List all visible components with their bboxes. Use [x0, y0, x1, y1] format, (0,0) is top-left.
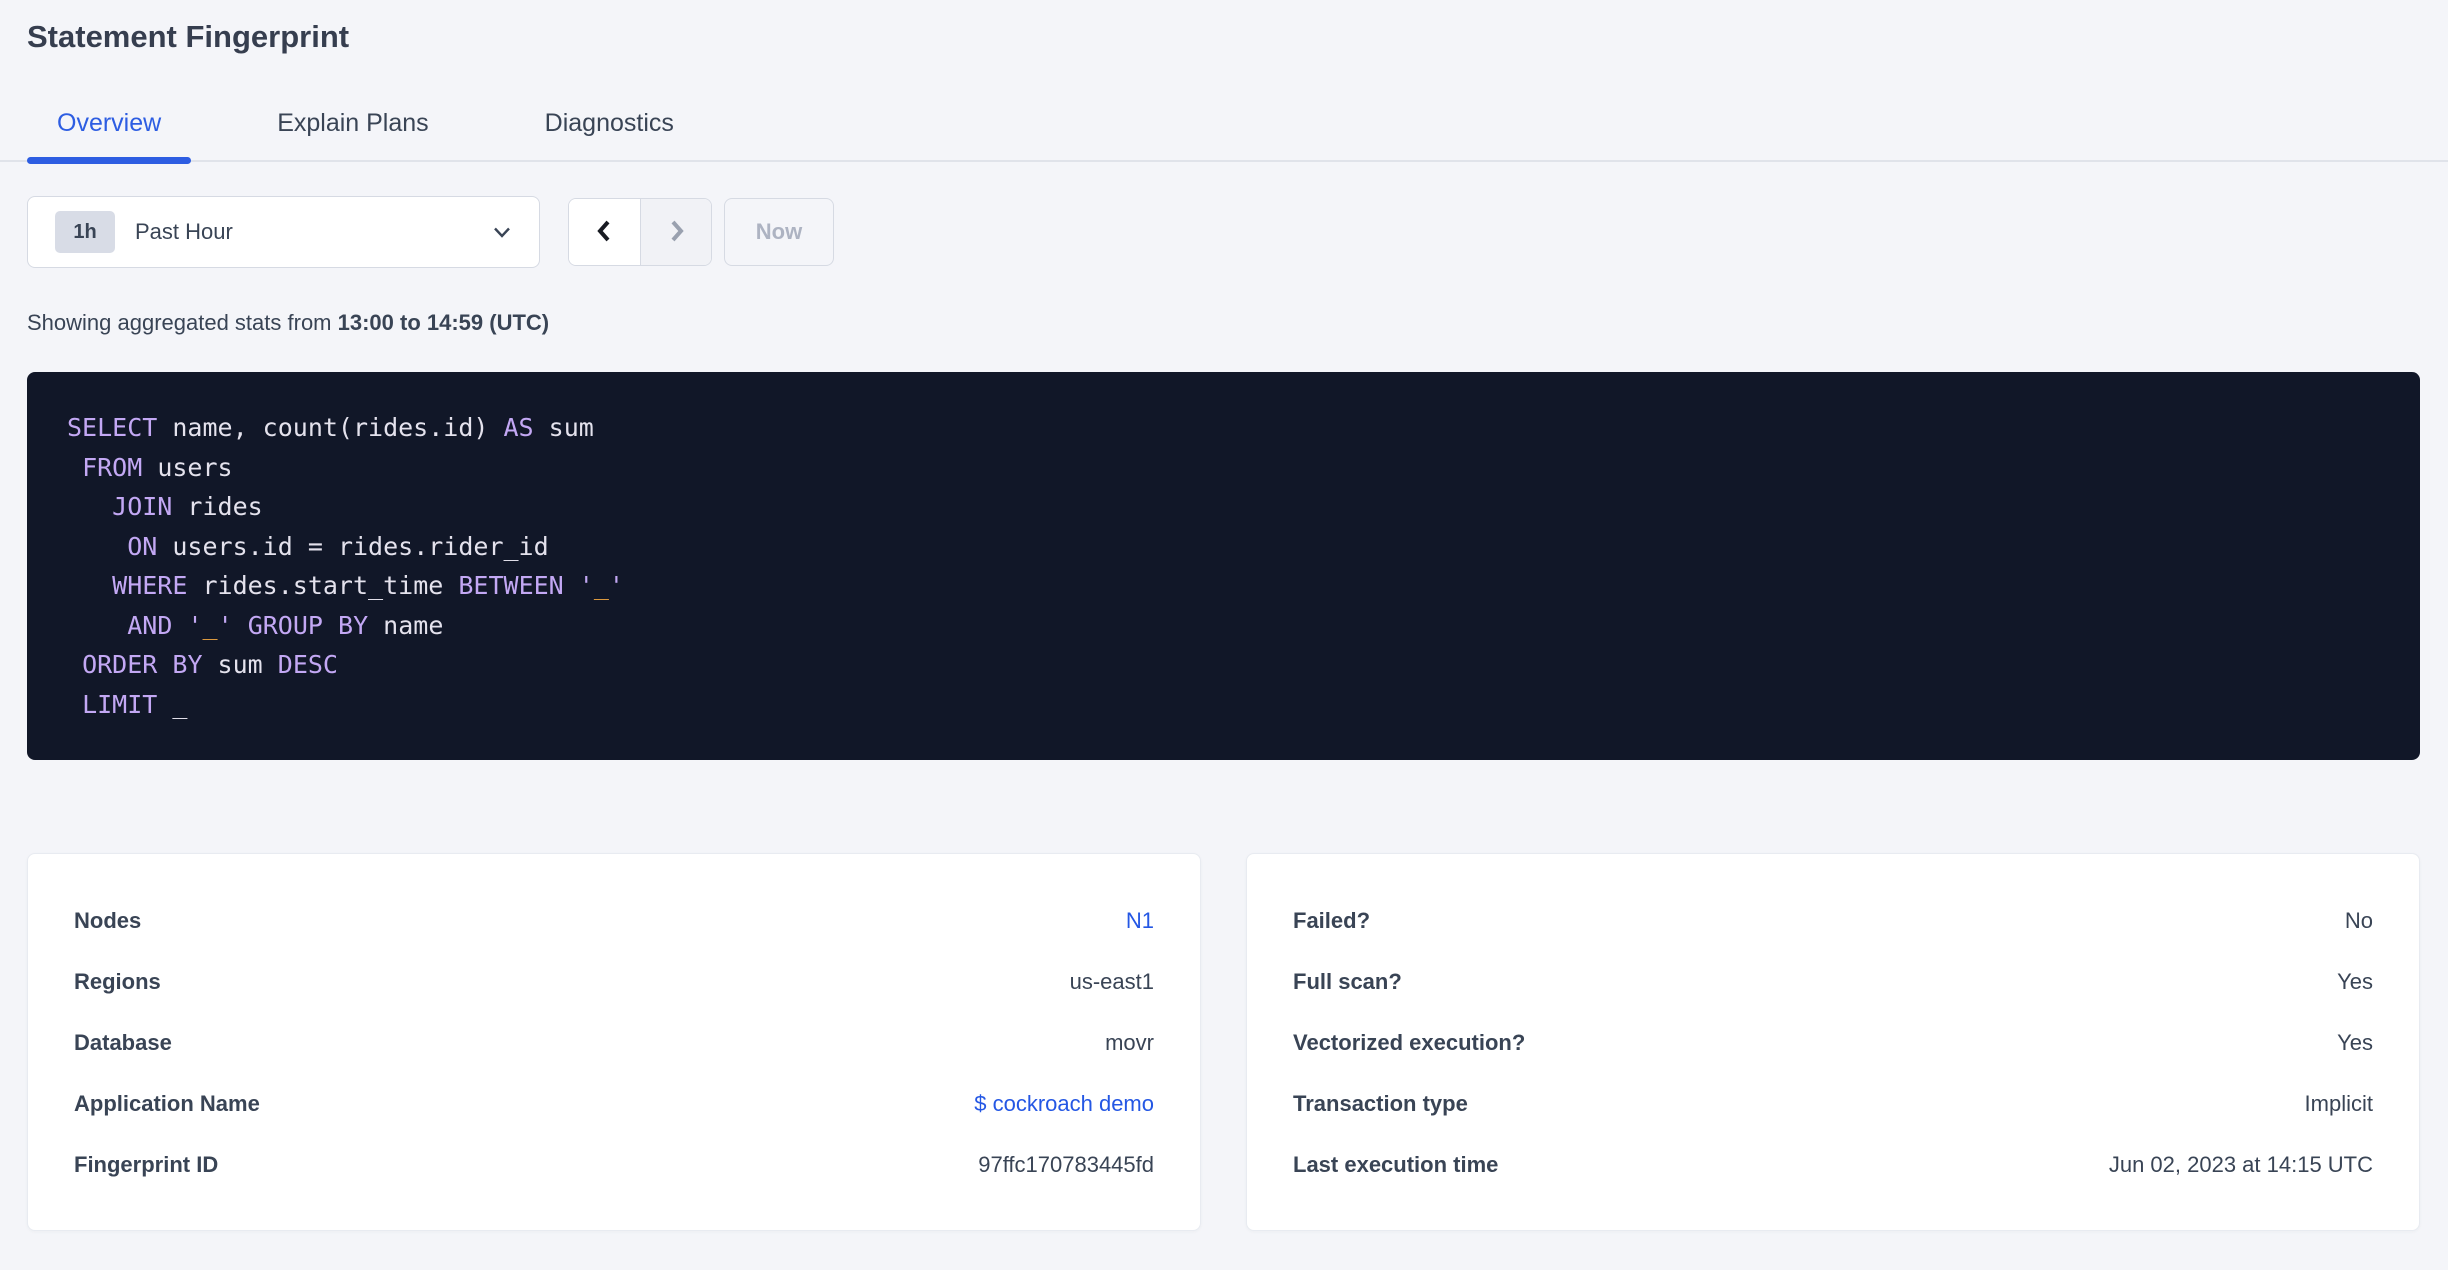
info-label: Nodes	[74, 907, 142, 933]
sql-text: _	[157, 689, 188, 719]
time-interval-label: Past Hour	[135, 219, 233, 244]
sql-keyword: AS	[503, 413, 534, 442]
info-row-regions: Regions us-east1	[74, 951, 1154, 1012]
stats-caption-range: 13:00 to 14:59 (UTC)	[337, 310, 550, 335]
info-row-failed: Failed? No	[1293, 890, 2373, 951]
sql-statement-text: SELECT name, count(rides.id) AS sum FROM…	[67, 408, 2380, 724]
sql-text: users.id = rides.rider_id	[157, 531, 549, 561]
aggregated-stats-caption: Showing aggregated stats from 13:00 to 1…	[27, 310, 2420, 336]
info-value: us-east1	[1069, 968, 1154, 994]
sql-text: rides.start_time	[187, 571, 459, 600]
tab-explain-plans[interactable]: Explain Plans	[247, 108, 458, 160]
sql-keyword: DESC	[277, 650, 338, 679]
sql-keyword: SELECT	[67, 413, 158, 442]
info-value: Yes	[2337, 1029, 2373, 1055]
sql-text: users	[142, 452, 233, 482]
info-label: Regions	[74, 968, 161, 994]
info-row-last-execution-time: Last execution time Jun 02, 2023 at 14:15…	[1293, 1134, 2373, 1195]
info-value: Jun 02, 2023 at 14:15 UTC	[2108, 1151, 2373, 1177]
info-row-fingerprint-id: Fingerprint ID 97ffc170783445fd	[74, 1134, 1154, 1195]
time-interval-dropdown[interactable]: 1h Past Hour	[27, 196, 540, 268]
sql-keyword: BY	[338, 610, 369, 640]
info-value: movr	[1105, 1029, 1154, 1055]
page-title: Statement Fingerprint	[27, 19, 350, 54]
info-value: Implicit	[2304, 1090, 2373, 1116]
sql-keyword: GROUP	[247, 610, 323, 640]
sql-keyword: WHERE	[112, 571, 188, 600]
info-row-transaction-type: Transaction type Implicit	[1293, 1073, 2373, 1134]
chevron-down-icon	[489, 219, 515, 245]
sql-keyword: BETWEEN	[458, 571, 564, 600]
prev-time-interval-button[interactable]	[569, 199, 640, 265]
statement-details-card: Nodes N1 Regions us-east1 Database movr Applic…	[27, 853, 1201, 1231]
time-shift-button-group	[568, 198, 712, 266]
sql-text: name, count(rides.id)	[157, 413, 504, 442]
sql-text: sum	[533, 413, 594, 442]
sql-keyword: JOIN	[112, 492, 173, 521]
info-value: 97ffc170783445fd	[978, 1151, 1154, 1177]
sql-text: rides	[172, 492, 263, 521]
chevron-right-icon	[661, 216, 691, 249]
statement-fingerprint-page: Statement Fingerprint Overview Explain Pl…	[0, 14, 2448, 1231]
info-label: Full scan?	[1293, 968, 1402, 994]
info-row-full-scan: Full scan? Yes	[1293, 951, 2373, 1012]
sql-literal: '	[187, 610, 203, 640]
info-label: Fingerprint ID	[74, 1151, 219, 1177]
info-label: Vectorized execution?	[1293, 1029, 1526, 1055]
info-row-database: Database movr	[74, 1012, 1154, 1073]
info-value: No	[2344, 907, 2373, 933]
execution-attributes-card: Failed? No Full scan? Yes Vectorized executi…	[1246, 853, 2420, 1231]
next-time-interval-button[interactable]	[640, 199, 711, 265]
info-value-link-application-name[interactable]: $ cockroach demo	[974, 1091, 1154, 1117]
sql-keyword: LIMIT	[82, 689, 158, 719]
sql-literal: _	[202, 610, 218, 640]
info-label: Database	[74, 1029, 172, 1055]
stats-caption-prefix: Showing aggregated stats from	[27, 310, 338, 335]
sql-text: sum	[202, 650, 278, 679]
sql-text: name	[368, 610, 444, 640]
sql-keyword: BY	[172, 650, 203, 679]
info-value: Yes	[2337, 968, 2373, 994]
sql-literal: '	[608, 571, 624, 600]
sql-keyword: ORDER	[82, 650, 158, 679]
info-label: Application Name	[74, 1090, 260, 1116]
tab-bar: Overview Explain Plans Diagnostics	[0, 108, 2448, 164]
info-row-application-name: Application Name $ cockroach demo	[74, 1073, 1154, 1134]
chevron-left-icon	[590, 216, 620, 249]
sql-literal: '	[578, 571, 594, 600]
tab-diagnostics[interactable]: Diagnostics	[515, 108, 704, 160]
time-controls: 1h Past Hour Now	[27, 196, 2420, 268]
sql-keyword: FROM	[82, 452, 143, 482]
info-label: Failed?	[1293, 907, 1371, 933]
sql-literal: '	[217, 610, 233, 640]
info-label: Transaction type	[1293, 1090, 1468, 1116]
sql-keyword: ON	[127, 531, 158, 561]
time-interval-badge: 1h	[55, 211, 115, 253]
info-label: Last execution time	[1293, 1151, 1499, 1177]
tab-overview[interactable]: Overview	[27, 108, 192, 164]
summary-cards: Nodes N1 Regions us-east1 Database movr Applic…	[27, 853, 2420, 1231]
now-button[interactable]: Now	[724, 198, 834, 266]
info-row-vectorized-execution: Vectorized execution? Yes	[1293, 1012, 2373, 1073]
info-value-link-nodes[interactable]: N1	[1126, 908, 1154, 934]
sql-literal: _	[593, 571, 609, 600]
info-row-nodes: Nodes N1	[74, 890, 1154, 951]
sql-statement-box: SELECT name, count(rides.id) AS sum FROM…	[27, 372, 2420, 760]
sql-keyword: AND	[127, 610, 173, 640]
